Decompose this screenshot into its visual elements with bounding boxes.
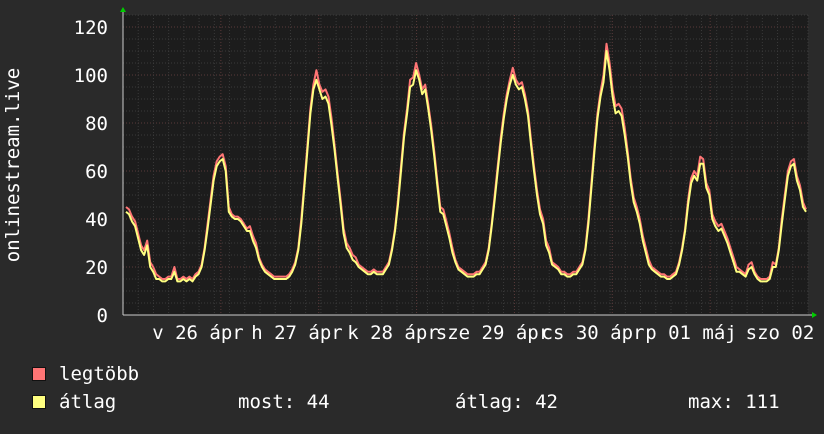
x-tick-label: p 01 máj [645,322,737,344]
x-tick-label: v 26 ápr [152,322,244,344]
stat-current: most: 44 [238,391,330,413]
x-tick-label: h 27 ápr [251,322,343,344]
x-tick-label: cs 30 ápr [542,322,645,344]
y-tick-label: 60 [85,161,108,183]
stat-average: átlag: 42 [455,391,558,413]
y-tick-label: 40 [85,209,108,231]
legend-label-max: legtöbb [59,363,140,385]
y-axis-arrow [120,7,126,12]
stat-max: max: 111 [688,391,780,413]
y-axis-label: onlinestream.live [2,68,24,262]
x-axis-arrow [812,312,817,318]
x-tick-label: szo 02 [746,322,815,344]
x-tick-label: sze 29 ápr [436,322,550,344]
legend-swatch-max [32,367,46,381]
legend-item-max: legtöbb [32,363,139,385]
legend-item-avg: átlag [32,391,116,413]
y-tick-label: 100 [74,65,108,87]
y-tick-label: 20 [85,257,108,279]
y-tick-label: 0 [97,305,108,327]
x-tick-label: k 28 ápr [347,322,439,344]
legend-swatch-avg [32,395,46,409]
y-tick-label: 80 [85,113,108,135]
legend-label-avg: átlag [59,391,117,413]
chart-root: 0 20 40 60 80 100 120 onlinestream.live v 26 ápr… [0,0,824,430]
y-tick-label: 120 [74,17,108,39]
